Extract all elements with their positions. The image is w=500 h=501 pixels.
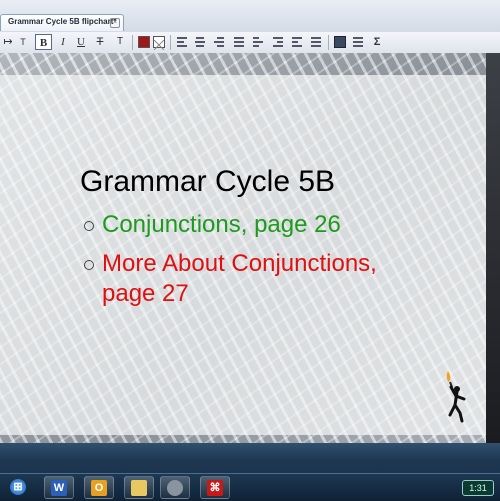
toolbar-divider [328,35,329,50]
taskbar-app-outlook[interactable]: O [84,476,114,499]
no-fill-icon [153,39,165,51]
taskbar-app-word[interactable]: W [44,476,74,499]
bullet-item-conjunctions[interactable]: Conjunctions, page 26 [102,210,341,240]
equation-button[interactable]: Σ [370,34,384,50]
indent-icon[interactable]: ↦ [2,34,14,50]
decrease-indent-icon[interactable] [273,37,283,47]
subscript-button[interactable]: T [114,34,126,50]
paragraph-spacing-icon[interactable] [253,37,263,47]
underline-button[interactable]: U [74,34,88,50]
toolbar-divider [170,35,171,50]
tab-document[interactable]: Grammar Cycle 5B flipchart* × [0,14,124,31]
document-tab-bar: Grammar Cycle 5B flipchart* × [0,0,500,32]
taskbar-app-explorer[interactable] [124,476,154,499]
system-clock[interactable]: 1:31 [462,480,494,496]
increase-indent-icon[interactable] [292,37,302,47]
torch-runner-icon [446,371,466,423]
close-tab-icon[interactable]: × [110,18,120,28]
flipchart-canvas[interactable]: Grammar Cycle 5B Conjunctions, page 26 M… [0,53,500,443]
word-icon: W [51,480,67,496]
align-right-icon[interactable] [214,37,224,47]
taskbar-app-pdf[interactable]: ⌘ [200,476,230,499]
windows-start-icon: ⊞ [10,479,26,495]
toolbar-divider [132,35,133,50]
align-left-icon[interactable] [177,37,187,47]
text-color-button[interactable] [138,36,150,48]
line-spacing-icon[interactable] [234,37,244,47]
italic-button[interactable]: I [56,34,70,50]
tab-title: Grammar Cycle 5B flipchart* [8,17,117,26]
bullet-item-more-about-conjunctions[interactable]: More About Conjunctions, [102,249,377,279]
table-icon[interactable] [334,36,346,48]
superscript-icon[interactable]: T [17,34,29,50]
taskbar-strip: ⊞ W O ⌘ 1:31 [0,473,500,501]
formatting-toolbar: ↦ T B I U T T Σ [0,32,500,54]
slide-title[interactable]: Grammar Cycle 5B [80,165,335,199]
right-scroll-strip[interactable] [486,53,500,443]
explorer-icon [131,480,147,496]
bullets-icon[interactable] [311,37,321,47]
bold-button[interactable]: B [35,34,52,50]
pdf-icon: ⌘ [207,480,223,496]
graphics-icon [167,480,183,496]
taskbar-app-graphics[interactable] [160,476,190,499]
outlook-icon: O [91,480,107,496]
strikethrough-button[interactable]: T [94,34,106,50]
bullet-icon [84,221,94,231]
bullet-item-more-about-conjunctions-line2[interactable]: page 27 [102,279,189,309]
windows-taskbar: ⊞ W O ⌘ 1:31 [0,443,500,501]
text-box-icon[interactable] [353,37,363,47]
align-center-icon[interactable] [195,37,205,47]
fill-color-button[interactable] [153,36,165,51]
start-button[interactable]: ⊞ [4,476,34,499]
bullet-icon [84,260,94,270]
